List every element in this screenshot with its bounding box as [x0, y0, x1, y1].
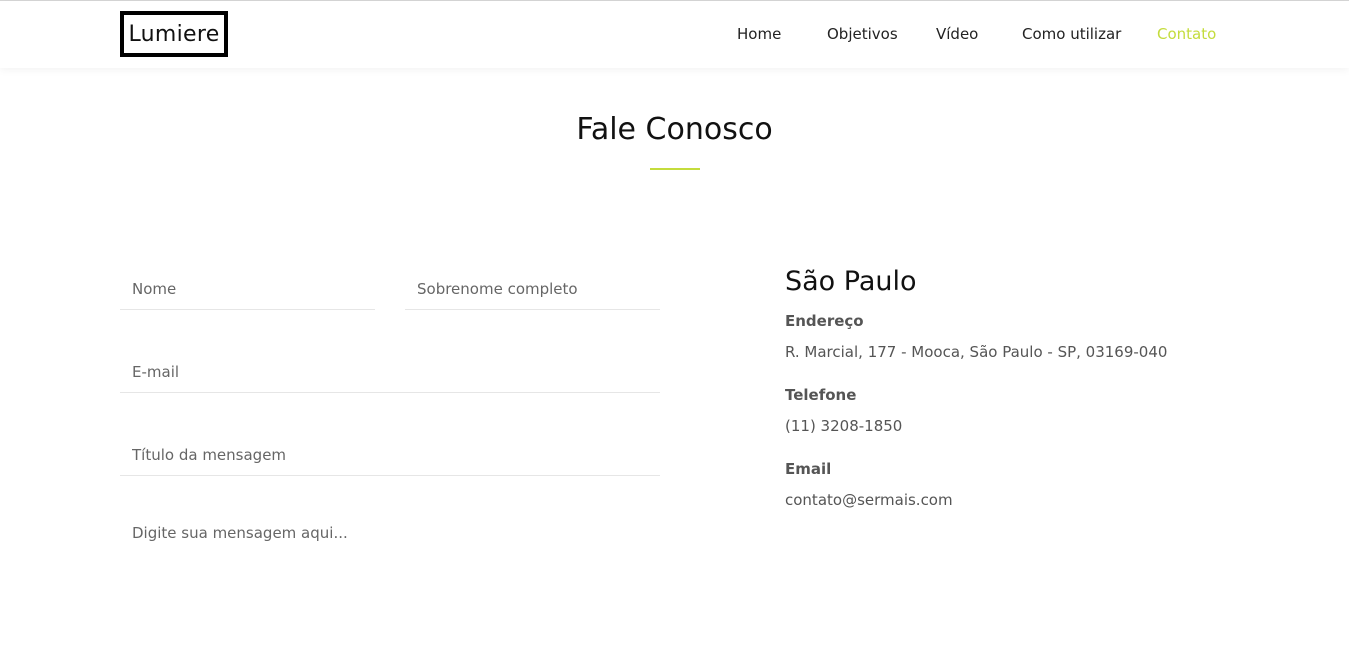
- nav-item-home[interactable]: Home: [737, 25, 781, 43]
- phone-label: Telefone: [785, 386, 857, 404]
- first-name-input[interactable]: [120, 269, 375, 310]
- nav-item-video[interactable]: Vídeo: [936, 25, 978, 43]
- section-title: Fale Conosco: [576, 112, 773, 147]
- nav-item-objetivos[interactable]: Objetivos: [827, 25, 898, 43]
- nav-item-contato[interactable]: Contato: [1157, 25, 1216, 43]
- phone-value: (11) 3208-1850: [785, 417, 903, 435]
- message-textarea[interactable]: [120, 510, 660, 620]
- info-city: São Paulo: [785, 266, 917, 297]
- site-header: Lumiere Home Objetivos Vídeo Como utiliz…: [0, 1, 1349, 68]
- address-label: Endereço: [785, 312, 864, 330]
- email-value: contato@sermais.com: [785, 491, 953, 509]
- email-label: Email: [785, 460, 832, 478]
- email-input[interactable]: [120, 352, 660, 393]
- address-value: R. Marcial, 177 - Mooca, São Paulo - SP,…: [785, 343, 1168, 361]
- brand-logo[interactable]: Lumiere: [120, 11, 228, 57]
- title-underline: [650, 168, 700, 170]
- last-name-input[interactable]: [405, 269, 660, 310]
- subject-input[interactable]: [120, 435, 660, 476]
- nav-item-como-utilizar[interactable]: Como utilizar: [1022, 25, 1121, 43]
